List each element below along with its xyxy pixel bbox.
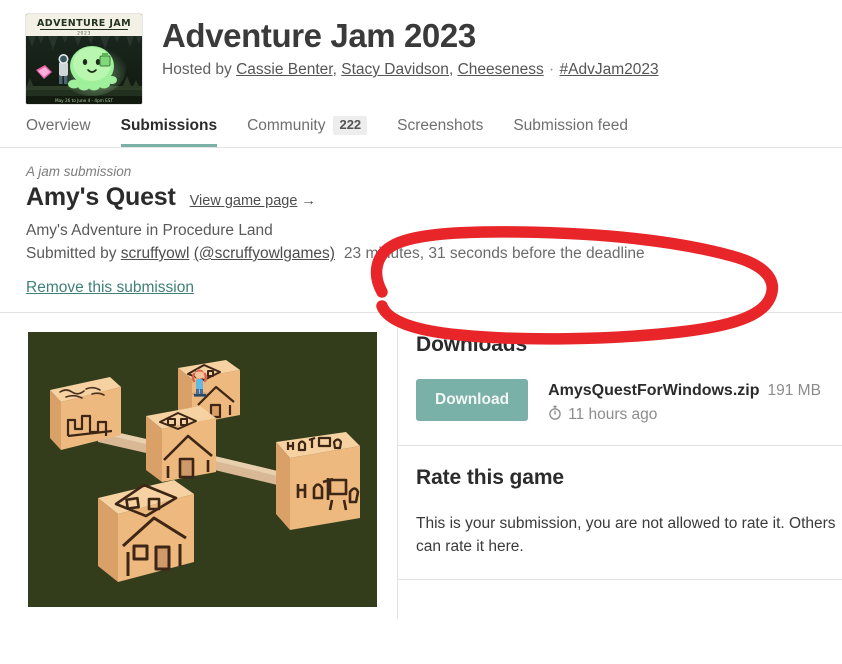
rate-game-panel: Rate this game This is your submission, … [398,446,842,580]
arrow-right-icon: → [301,193,316,209]
submission-kicker: A jam submission [26,164,132,179]
host-link-1[interactable]: Stacy Davidson [341,61,449,78]
left-column [0,313,397,619]
submission-description: Amy's Adventure in Procedure Land [26,222,273,239]
tab-submission-feed[interactable]: Submission feed [513,117,644,147]
author-handle-link[interactable]: (@scruffyowlgames) [194,245,335,262]
tab-screenshots[interactable]: Screenshots [397,117,499,147]
tab-submissions[interactable]: Submissions [120,117,233,147]
tab-community[interactable]: Community 222 [247,116,383,147]
downloads-panel: Downloads Download AmysQuestForWindows.z… [398,313,842,446]
download-file-name[interactable]: AmysQuestForWindows.zip [548,382,759,399]
page-title: Adventure Jam 2023 [162,17,476,54]
game-screenshot[interactable] [28,332,377,607]
tab-community-label: Community [247,116,326,134]
tab-overview[interactable]: Overview [26,117,107,147]
tab-overview-label: Overview [26,117,91,134]
downloads-title: Downloads [416,333,528,356]
stopwatch-icon [548,405,562,425]
download-button[interactable]: Download [416,379,529,421]
deadline-note: 23 minutes, 31 seconds before the deadli… [343,245,645,262]
submission-byline: Submitted by scruffyowl (@scruffyowlgame… [26,245,816,263]
tab-screenshots-label: Screenshots [397,117,484,134]
hosted-by-prefix: Hosted by [162,60,232,78]
hosted-by-line: Hosted by Cassie Benter, Stacy Davidson,… [162,61,659,79]
jam-nav-tabs: Overview Submissions Community 222 Scree… [0,104,842,148]
tab-submission-feed-label: Submission feed [513,117,628,134]
page-root: ADVENTURE JAM 2023 May 26 to June 4 - 4p… [0,0,842,664]
host-link-2[interactable]: Cheeseness [458,61,544,78]
submission-summary: A jam submission Amy's Quest View game p… [0,148,842,312]
view-game-page-link[interactable]: View game page → [190,193,316,209]
svg-text:2023: 2023 [77,31,91,37]
host-comma-1: , [448,60,454,78]
jam-cover-image[interactable]: ADVENTURE JAM 2023 May 26 to June 4 - 4p… [26,14,142,104]
right-column: Downloads Download AmysQuestForWindows.z… [397,313,842,619]
rate-game-message: This is your submission, you are not all… [416,515,836,556]
download-uploaded-time: 11 hours ago [548,405,821,425]
svg-text:ADVENTURE JAM: ADVENTURE JAM [37,18,131,29]
download-row: Download AmysQuestForWindows.zip 191 MB [416,379,842,425]
svg-text:May 26 to June 4 - 4pm EST: May 26 to June 4 - 4pm EST [55,98,114,103]
tab-submissions-label: Submissions [120,117,218,134]
submission-body-columns: Downloads Download AmysQuestForWindows.z… [0,313,842,619]
jam-header-text: Adventure Jam 2023 Hosted by Cassie Bent… [162,14,659,79]
host-comma-0: , [332,60,337,78]
download-file-size: 191 MB [767,382,821,399]
tab-community-count-badge: 222 [333,116,368,135]
jam-header: ADVENTURE JAM 2023 May 26 to June 4 - 4p… [0,0,842,104]
author-link[interactable]: scruffyowl [121,245,190,262]
view-game-page-label: View game page [189,193,298,209]
download-meta: AmysQuestForWindows.zip 191 MB 11 hours … [548,379,821,425]
jam-hashtag-link[interactable]: #AdvJam2023 [560,61,659,78]
submission-title-row: Amy's Quest View game page → [26,183,816,212]
host-link-0[interactable]: Cassie Benter [236,61,333,78]
rate-game-title: Rate this game [416,466,564,489]
uploaded-ago-label: 11 hours ago [568,406,658,423]
hosted-separator: · [549,60,555,78]
remove-submission-link[interactable]: Remove this submission [26,279,194,297]
submitted-by-prefix: Submitted by [26,245,117,262]
submission-title: Amy's Quest [26,183,176,211]
